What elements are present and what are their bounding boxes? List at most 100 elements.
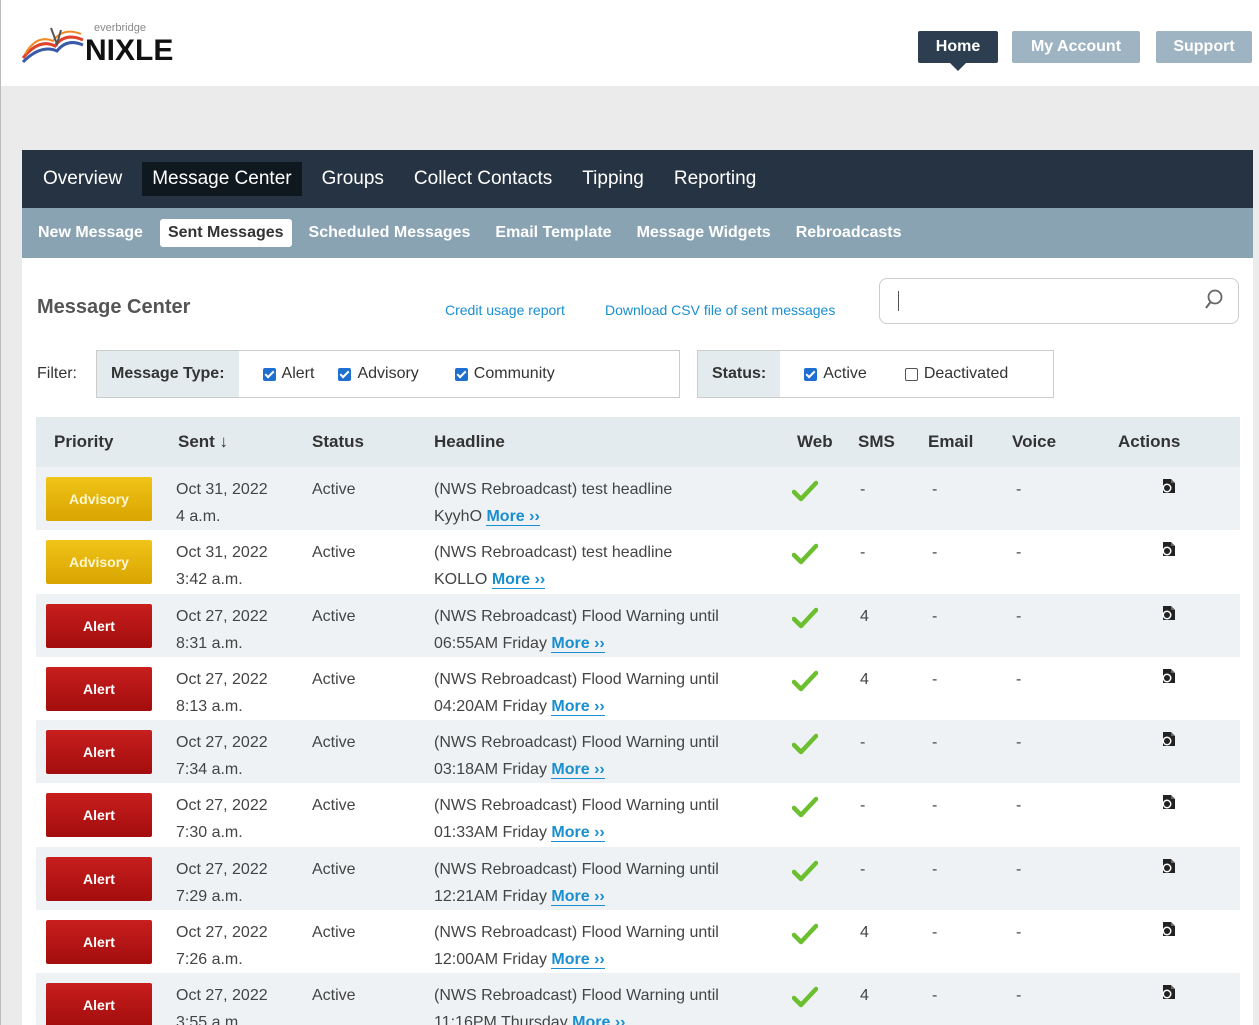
status-label: Status: xyxy=(698,351,781,397)
sent-date: Oct 27, 2022 xyxy=(176,987,268,1005)
priority-badge: Alert xyxy=(46,856,152,901)
top-header: everbridge NIXLE Home My Account Support xyxy=(1,0,1259,86)
more-link[interactable]: More ›› xyxy=(551,951,605,970)
sent-time: 8:31 a.m. xyxy=(176,634,243,652)
sms-cell: - xyxy=(856,783,926,819)
nixle-logo[interactable]: everbridge NIXLE xyxy=(21,18,221,76)
headline-line1: (NWS Rebroadcast) Flood Warning until xyxy=(434,987,719,1005)
filter-alert-checkbox[interactable]: Alert xyxy=(262,365,314,383)
subtab-message-widgets[interactable]: Message Widgets xyxy=(629,219,779,247)
tab-tipping[interactable]: Tipping xyxy=(572,162,654,196)
headline-cell: (NWS Rebroadcast) test headline KyyhO Mor… xyxy=(434,467,764,530)
more-link[interactable]: More ›› xyxy=(551,824,605,843)
more-link[interactable]: More ›› xyxy=(491,571,546,590)
email-cell: - xyxy=(926,530,1010,566)
support-button[interactable]: Support xyxy=(1156,31,1252,63)
subtab-rebroadcasts[interactable]: Rebroadcasts xyxy=(788,219,910,247)
subtab-scheduled-messages[interactable]: Scheduled Messages xyxy=(301,219,479,247)
more-link[interactable]: More ›› xyxy=(486,508,540,526)
tab-overview[interactable]: Overview xyxy=(33,162,132,196)
filter-advisory-checkbox[interactable]: Advisory xyxy=(338,365,419,383)
tab-reporting[interactable]: Reporting xyxy=(664,162,766,196)
more-link[interactable]: More ›› xyxy=(551,761,605,780)
voice-value: - xyxy=(1016,860,1022,878)
sent-date: Oct 27, 2022 xyxy=(176,797,268,815)
headline-cell: (NWS Rebroadcast) Flood Warning until 03:… xyxy=(434,720,764,783)
web-cell xyxy=(764,594,856,638)
subtab-new-message[interactable]: New Message xyxy=(30,219,151,247)
col-priority[interactable]: Priority xyxy=(36,432,176,452)
tab-groups[interactable]: Groups xyxy=(312,162,394,196)
tab-message-center[interactable]: Message Center xyxy=(142,162,302,196)
headline-line2: 03:18AM Friday xyxy=(434,761,547,779)
col-status[interactable]: Status xyxy=(312,432,434,452)
col-email[interactable]: Email xyxy=(926,432,1010,452)
more-link[interactable]: More ›› xyxy=(551,887,605,906)
web-cell xyxy=(764,720,856,764)
voice-cell: - xyxy=(1010,467,1088,503)
filter-deactivated-checkbox[interactable]: Deactivated xyxy=(904,365,1009,383)
deactivate-icon[interactable] xyxy=(1160,540,1178,558)
headline-line2: 12:21AM Friday xyxy=(434,887,547,905)
col-sent[interactable]: Sent ↓ xyxy=(176,432,312,452)
my-account-button[interactable]: My Account xyxy=(1012,31,1140,63)
headline-line2: 06:55AM Friday xyxy=(434,634,547,652)
headline-line2: 01:33AM Friday xyxy=(434,824,547,842)
search-input[interactable] xyxy=(879,278,1239,324)
page-title: Message Center xyxy=(37,296,191,318)
sms-value: - xyxy=(860,860,866,878)
filter-community-checkbox[interactable]: Community xyxy=(454,365,555,383)
sent-messages-table: Priority Sent ↓ Status Headline Web SMS … xyxy=(36,417,1240,1025)
voice-value: - xyxy=(1016,481,1022,498)
actions-cell xyxy=(1088,594,1220,620)
download-csv-link[interactable]: Download CSV file of sent messages xyxy=(605,302,835,318)
filter-deactivated-label: Deactivated xyxy=(923,365,1009,382)
message-type-label: Message Type: xyxy=(97,351,239,397)
email-value: - xyxy=(932,987,938,1005)
sent-time: 3:42 a.m. xyxy=(176,571,243,589)
headline-line1: (NWS Rebroadcast) test headline xyxy=(434,481,673,498)
priority-badge: Alert xyxy=(46,920,152,965)
sent-cell: Oct 31, 2022 4 a.m. xyxy=(176,467,312,530)
headline-line1: (NWS Rebroadcast) Flood Warning until xyxy=(434,860,719,878)
check-icon xyxy=(792,987,818,1008)
sms-value: 4 xyxy=(860,924,869,942)
sms-cell: 4 xyxy=(856,910,926,946)
voice-value: - xyxy=(1016,544,1022,562)
email-value: - xyxy=(932,481,938,498)
priority-badge: Alert xyxy=(46,983,152,1025)
deactivate-icon[interactable] xyxy=(1160,793,1178,811)
col-voice[interactable]: Voice xyxy=(1010,432,1088,452)
priority-cell: Alert xyxy=(36,657,176,711)
subtab-sent-messages[interactable]: Sent Messages xyxy=(159,219,292,247)
more-link[interactable]: More ›› xyxy=(572,1014,626,1025)
deactivate-icon[interactable] xyxy=(1160,730,1178,748)
filter-label: Filter: xyxy=(37,365,77,382)
brand-name: NIXLE xyxy=(85,34,174,67)
subtab-email-template[interactable]: Email Template xyxy=(487,219,619,247)
deactivate-icon[interactable] xyxy=(1160,857,1178,875)
tab-collect-contacts[interactable]: Collect Contacts xyxy=(404,162,562,196)
search-icon[interactable] xyxy=(1204,289,1224,311)
col-headline[interactable]: Headline xyxy=(434,432,764,452)
email-value: - xyxy=(932,797,938,815)
deactivate-icon[interactable] xyxy=(1160,604,1178,622)
headline-line1: (NWS Rebroadcast) Flood Warning until xyxy=(434,797,719,815)
col-sms[interactable]: SMS xyxy=(856,432,926,452)
col-web[interactable]: Web xyxy=(764,432,856,452)
voice-cell: - xyxy=(1010,530,1088,566)
headline-line2: 04:20AM Friday xyxy=(434,697,547,715)
home-button[interactable]: Home xyxy=(918,31,998,71)
sms-value: - xyxy=(860,481,866,498)
credit-usage-link[interactable]: Credit usage report xyxy=(445,302,565,318)
main-panel: Overview Message Center Groups Collect C… xyxy=(22,150,1253,1025)
more-link[interactable]: More ›› xyxy=(551,697,605,716)
deactivate-icon[interactable] xyxy=(1160,667,1178,685)
more-link[interactable]: More ›› xyxy=(551,634,605,653)
deactivate-icon[interactable] xyxy=(1160,920,1178,938)
deactivate-icon[interactable] xyxy=(1160,477,1178,495)
email-cell: - xyxy=(926,594,1010,630)
filter-active-checkbox[interactable]: Active xyxy=(804,365,867,383)
headline-cell: (NWS Rebroadcast) Flood Warning until 12:… xyxy=(434,910,764,973)
deactivate-icon[interactable] xyxy=(1160,983,1178,1001)
